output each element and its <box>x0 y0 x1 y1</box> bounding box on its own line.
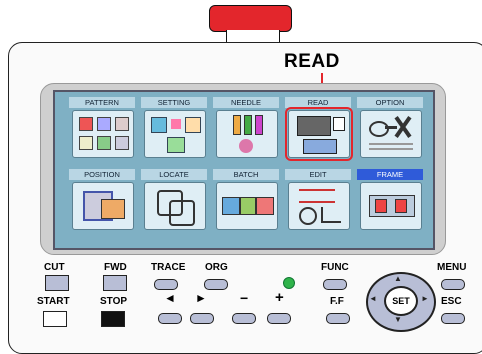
tile-label: BATCH <box>213 169 279 180</box>
minus-button[interactable] <box>232 313 256 324</box>
status-led-green <box>283 277 295 289</box>
tile-label: FRAME <box>357 169 423 180</box>
trace-label: TRACE <box>151 262 186 273</box>
right-arrow-icon: ► <box>195 291 207 305</box>
pad-up-icon[interactable]: ▲ <box>394 274 402 283</box>
org-label: ORG <box>205 262 228 273</box>
tile-label: EDIT <box>285 169 351 180</box>
read-callout-label: READ <box>284 51 340 72</box>
lcd-screen: PATTERN SETTING NEEDLE READ OPTION POSIT… <box>53 90 435 250</box>
position-icon <box>72 182 134 230</box>
func-button[interactable] <box>323 279 347 290</box>
tile-option[interactable]: OPTION <box>357 97 423 159</box>
frame-icon <box>360 182 422 230</box>
ff-button[interactable] <box>326 313 350 324</box>
tile-label: PATTERN <box>69 97 135 108</box>
tile-frame[interactable]: FRAME <box>357 169 423 231</box>
tile-label: OPTION <box>357 97 423 108</box>
tile-setting[interactable]: SETTING <box>141 97 207 159</box>
left-arrow-icon: ◄ <box>164 291 176 305</box>
menu-label: MENU <box>437 262 467 273</box>
tile-label: SETTING <box>141 97 207 108</box>
cut-button[interactable] <box>45 275 69 291</box>
top-red-tab <box>209 5 292 32</box>
trace-button[interactable] <box>154 279 178 290</box>
func-label: FUNC <box>321 262 349 273</box>
stop-label: STOP <box>100 296 128 307</box>
plus-icon: + <box>275 289 284 306</box>
esc-label: ESC <box>441 296 462 307</box>
fwd-label: FWD <box>104 262 127 273</box>
left-button[interactable] <box>158 313 182 324</box>
stop-button[interactable] <box>101 311 125 327</box>
right-button[interactable] <box>190 313 214 324</box>
tile-read[interactable]: READ <box>285 97 353 161</box>
edit-icon <box>288 182 350 230</box>
option-tools-icon <box>360 110 422 158</box>
tile-edit[interactable]: EDIT <box>285 169 351 231</box>
menu-button[interactable] <box>441 279 465 290</box>
tile-needle[interactable]: NEEDLE <box>213 97 279 159</box>
set-button[interactable]: SET <box>384 286 418 316</box>
plus-button[interactable] <box>267 313 291 324</box>
tile-locate[interactable]: LOCATE <box>141 169 207 231</box>
locate-icon <box>144 182 206 230</box>
start-label: START <box>37 296 70 307</box>
needle-icon <box>216 110 278 158</box>
esc-button[interactable] <box>441 313 465 324</box>
tile-label: NEEDLE <box>213 97 279 108</box>
fwd-button[interactable] <box>103 275 127 291</box>
pad-down-icon[interactable]: ▼ <box>394 315 402 324</box>
tile-label: LOCATE <box>141 169 207 180</box>
tile-pattern[interactable]: PATTERN <box>69 97 135 159</box>
tile-label: READ <box>285 97 351 108</box>
org-button[interactable] <box>204 279 228 290</box>
tile-position[interactable]: POSITION <box>69 169 135 231</box>
pad-right-icon[interactable]: ► <box>421 294 429 303</box>
start-button[interactable] <box>43 311 67 327</box>
setting-icon <box>144 110 206 158</box>
tile-batch[interactable]: BATCH <box>213 169 279 231</box>
batch-icon <box>216 182 278 230</box>
pattern-icon <box>72 110 134 158</box>
read-icon <box>285 107 353 161</box>
ff-label: F.F <box>330 296 344 307</box>
tile-label: POSITION <box>69 169 135 180</box>
cut-label: CUT <box>44 262 65 273</box>
pad-left-icon[interactable]: ◄ <box>369 294 377 303</box>
minus-icon: − <box>240 290 249 306</box>
